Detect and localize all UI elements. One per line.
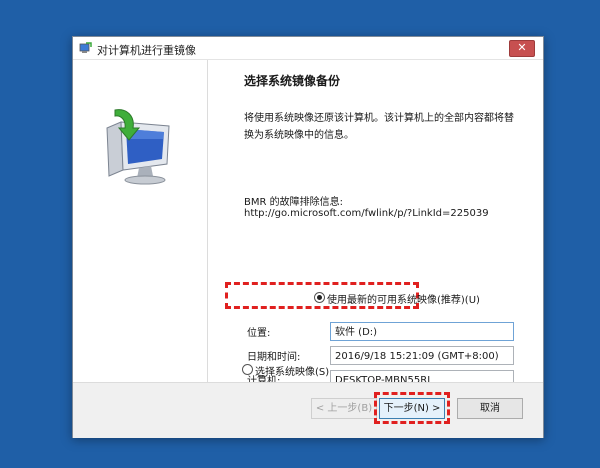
system-restore-monitor-icon (106, 109, 170, 185)
bmr-troubleshoot-link[interactable]: http://go.microsoft.com/fwlink/p/?LinkId… (244, 208, 489, 219)
location-value: 软件 (D:) (330, 322, 514, 341)
select-system-image-radio[interactable] (242, 364, 253, 375)
page-heading: 选择系统镜像备份 (244, 74, 341, 88)
use-latest-image-label[interactable]: 使用最新的可用系统映像(推荐)(U) (327, 291, 480, 306)
use-latest-image-radio[interactable] (314, 292, 325, 303)
back-button[interactable]: < 上一步(B) (311, 398, 377, 419)
window-title: 对计算机进行重镜像 (97, 44, 196, 57)
wizard-side-panel (73, 60, 208, 382)
wizard-content: 选择系统镜像备份 将使用系统映像还原该计算机。该计算机上的全部内容都将替换为系统… (208, 60, 543, 389)
restore-description: 将使用系统映像还原该计算机。该计算机上的全部内容都将替换为系统映像中的信息。 (244, 113, 514, 141)
title-bar: 对计算机进行重镜像 ✕ (73, 37, 543, 60)
bmr-troubleshoot-label: BMR 的故障排除信息: (244, 197, 343, 208)
next-button[interactable]: 下一步(N) > (379, 398, 445, 419)
location-label: 位置: (247, 328, 271, 339)
wizard-footer: < 上一步(B) 下一步(N) > 取消 (73, 382, 543, 438)
restore-wizard-dialog: 对计算机进行重镜像 ✕ 选择系统镜像备份 将使用系统映像还原该计算机。该计算机上… (72, 36, 544, 438)
select-system-image-label[interactable]: 选择系统映像(S) (255, 363, 329, 378)
datetime-label: 日期和时间: (247, 352, 301, 363)
close-button[interactable]: ✕ (509, 40, 535, 57)
datetime-value: 2016/9/18 15:21:09 (GMT+8:00) (330, 346, 514, 365)
cancel-button[interactable]: 取消 (457, 398, 523, 419)
restore-app-icon (79, 42, 92, 53)
